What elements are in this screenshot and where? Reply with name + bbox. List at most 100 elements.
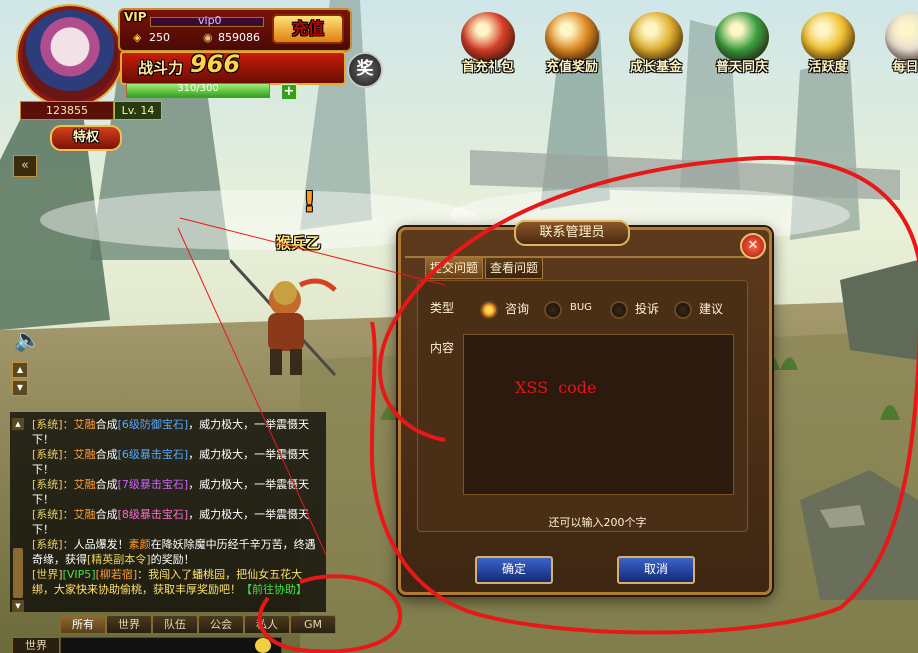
chat-text: 合成: [95, 478, 118, 491]
chat-text: 合成: [95, 508, 118, 521]
feature-label: 活跃度: [808, 60, 848, 75]
go-assist-link[interactable]: 【前往协助】: [241, 583, 307, 596]
chat-tab[interactable]: GM: [290, 615, 336, 634]
chat-expand-up-icon[interactable]: ▲: [12, 362, 28, 378]
chat-tab[interactable]: 公会: [198, 615, 244, 634]
content-text: XSS code: [515, 378, 597, 397]
gift-bag-icon: [461, 12, 515, 62]
chat-player-name[interactable]: 艾融: [74, 418, 96, 431]
tab-submit-question[interactable]: 提交问题: [425, 257, 484, 279]
feature-label: 普天同庆: [715, 60, 768, 75]
chat-player-name[interactable]: 素颜: [129, 538, 151, 551]
gold-chart-icon: [629, 12, 683, 62]
option-label: BUG: [570, 302, 592, 313]
chat-tab[interactable]: 私人: [244, 615, 290, 634]
coin-amount: 859086: [218, 31, 260, 44]
star-icon: [801, 12, 855, 62]
chat-prefix: [系统]：: [32, 508, 74, 521]
content-label: 内容: [430, 341, 455, 355]
chat-text: 人品爆发！: [73, 538, 129, 551]
radio-complaint[interactable]: [610, 301, 628, 319]
feature-gold-chart[interactable]: 成长基金: [620, 12, 692, 84]
type-label: 类型: [430, 301, 455, 315]
chat-line: [系统]：艾融合成[7级暴击宝石]，威力极大，一举震慑天下！: [32, 477, 322, 507]
cancel-button[interactable]: 取消: [617, 556, 695, 584]
feature-star[interactable]: 活跃度: [792, 12, 864, 84]
chat-tab[interactable]: 所有: [60, 615, 106, 634]
game-scene: ! 猴兵乙 VIP vip0 ◈ 250 ◉ 859086 充值 战斗力 966…: [0, 0, 918, 653]
chat-prefix: [系统]：: [32, 448, 74, 461]
coin-icon: ◉: [203, 31, 213, 44]
chat-item-link[interactable]: [6级防御宝石]: [118, 418, 189, 431]
player-avatar[interactable]: [18, 6, 122, 106]
battle-power-label: 战斗力: [138, 59, 184, 77]
money-tree-icon: [715, 12, 769, 62]
chat-scrollbar-thumb[interactable]: [13, 548, 23, 598]
chat-item-link[interactable]: [精英副本令]: [87, 553, 151, 566]
chat-player-name[interactable]: 艾融: [74, 478, 96, 491]
chat-player-name[interactable]: 艾融: [74, 448, 96, 461]
chat-channel-select[interactable]: 世界: [12, 637, 60, 653]
chat-item-link[interactable]: [8级暴击宝石]: [118, 508, 189, 521]
treasure-bag-icon: [545, 12, 599, 62]
gold-ingot-icon: ◈: [133, 31, 142, 44]
chat-channel: [世界]: [32, 568, 63, 581]
dialog-title: 联系管理员: [514, 220, 630, 246]
radio-bug[interactable]: [544, 301, 562, 319]
chat-line: [系统]：艾融合成[6级防御宝石]，威力极大，一举震慑天下！: [32, 417, 322, 447]
emoji-icon[interactable]: [255, 638, 271, 653]
gold-amount: 250: [149, 31, 170, 44]
hp-bar: 310/300: [126, 83, 270, 98]
chat-player-name[interactable]: 艾融: [74, 508, 96, 521]
feature-treasure-bag[interactable]: 充值奖励: [536, 12, 608, 84]
vip-label: VIP: [124, 10, 147, 24]
content-textarea[interactable]: [463, 334, 734, 495]
chat-line-luck: [系统]：人品爆发！素颜在降妖除魔中历经千辛万苦，终遇奇缘，获得[精英副本令]的…: [32, 537, 322, 567]
chat-tab[interactable]: 队伍: [152, 615, 198, 634]
npc-name: 猴兵乙: [276, 234, 322, 252]
add-hp-button[interactable]: +: [281, 84, 297, 100]
monkey-soldier-sprite[interactable]: [230, 255, 340, 385]
chat-scroll-down-icon[interactable]: ▼: [12, 600, 24, 612]
battle-power-value: 966: [190, 50, 241, 78]
feature-label: 成长基金: [629, 60, 682, 75]
confirm-button[interactable]: 确定: [475, 556, 553, 584]
calendar-icon: [885, 12, 918, 62]
chat-input[interactable]: [60, 637, 282, 653]
chat-vip-tag: [VIP5]: [62, 568, 96, 581]
feature-label: 每日签: [892, 60, 918, 75]
chat-item-link[interactable]: [6级暴击宝石]: [118, 448, 189, 461]
feature-calendar[interactable]: 每日签: [876, 12, 918, 84]
chat-text: 合成: [95, 418, 118, 431]
quest-exclamation-icon[interactable]: !: [303, 185, 316, 218]
chat-messages: [系统]：艾融合成[6级防御宝石]，威力极大，一举震慑天下！ [系统]：艾融合成[…: [32, 417, 322, 597]
option-label: 建议: [699, 302, 724, 316]
chat-text: 合成: [95, 448, 118, 461]
reward-button[interactable]: 奖: [347, 52, 383, 88]
chat-line: [系统]：艾融合成[6级暴击宝石]，威力极大，一举震慑天下！: [32, 447, 322, 477]
chat-item-link[interactable]: [7级暴击宝石]: [118, 478, 189, 491]
recharge-button[interactable]: 充值: [272, 14, 344, 44]
chat-scroll-up-icon[interactable]: ▲: [12, 418, 24, 430]
chat-line-world: [世界][VIP5][柳若宿]：我闯入了蟠桃园，把仙女五花大绑，大家快来协助偷桃…: [32, 567, 322, 597]
feature-gift-bag[interactable]: 首充礼包: [452, 12, 524, 84]
chat-prefix: [系统]：: [32, 538, 74, 551]
radio-suggestion[interactable]: [674, 301, 692, 319]
feature-label: 首充礼包: [461, 60, 514, 75]
chat-text: 的奖励！: [150, 553, 195, 566]
close-icon[interactable]: ✕: [740, 233, 766, 259]
speaker-icon[interactable]: 🔈: [14, 328, 41, 353]
chat-expand-down-icon[interactable]: ▼: [12, 380, 28, 396]
collapse-left-icon[interactable]: «: [13, 155, 37, 177]
vip-level: vip0: [198, 14, 222, 27]
player-id: 123855: [20, 101, 114, 120]
feature-money-tree[interactable]: 普天同庆: [706, 12, 778, 84]
chat-line: [系统]：艾融合成[8级暴击宝石]，威力极大，一举震慑天下！: [32, 507, 322, 537]
chat-tab[interactable]: 世界: [106, 615, 152, 634]
option-label: 投诉: [635, 302, 660, 316]
tab-view-question[interactable]: 查看问题: [485, 257, 544, 279]
radio-consult[interactable]: [480, 301, 498, 319]
feature-label: 充值奖励: [545, 60, 598, 75]
chat-player-name[interactable]: [柳若宿]: [96, 568, 138, 581]
privilege-button[interactable]: 特权: [50, 125, 122, 151]
